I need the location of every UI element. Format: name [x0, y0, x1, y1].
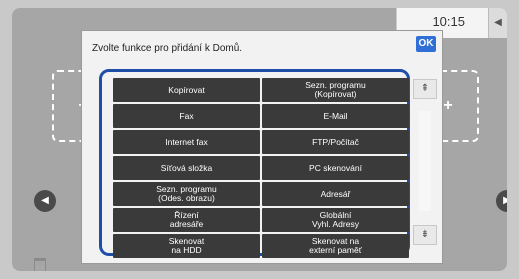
function-button-internet-fax[interactable]: Internet fax	[113, 130, 260, 154]
function-grid: Kopírovat Sezn. programu (Kopírovat) Fax…	[112, 78, 410, 258]
add-function-dialog: Zvolte funkce pro přidání k Domů. OK Kop…	[81, 30, 443, 264]
function-button-global-address-search[interactable]: Globální Vyhl. Adresy	[262, 208, 409, 232]
function-button-scan-to-external-memory[interactable]: Skenovat na externí paměť	[262, 234, 409, 258]
function-button-email[interactable]: E-Mail	[262, 104, 409, 128]
clock: 10:15	[432, 14, 465, 29]
scroll-down-icon[interactable]: ⇟	[413, 225, 437, 245]
function-list: Kopírovat Sezn. programu (Kopírovat) Fax…	[99, 69, 410, 258]
function-button-scan-to-hdd[interactable]: Skenovat na HDD	[113, 234, 260, 258]
next-page-icon[interactable]: ▶	[496, 190, 507, 212]
function-button-ftp[interactable]: FTP/Počítač	[262, 130, 409, 154]
function-button-send-program-list[interactable]: Sezn. programu (Odes. obrazu)	[113, 182, 260, 206]
ok-button[interactable]: OK	[416, 36, 436, 52]
previous-page-icon[interactable]: ◀	[34, 190, 56, 212]
status-tab-arrow-icon[interactable]: ◀	[488, 8, 507, 38]
function-button-network-folder[interactable]: Síťová složka	[113, 156, 260, 180]
plus-icon: +	[443, 97, 453, 114]
device-panel: 10:15 ◀ + + ◀ ▶ Zvolte funkce pro přidán…	[0, 0, 519, 279]
scroll-up-icon[interactable]: ⇞	[413, 79, 437, 99]
trash-icon[interactable]	[34, 258, 46, 271]
scrollbar-track[interactable]	[419, 111, 431, 211]
function-button-address-control[interactable]: Řízení adresáře	[113, 208, 260, 232]
dialog-title: Zvolte funkce pro přidání k Domů.	[92, 43, 243, 54]
function-button-copy[interactable]: Kopírovat	[113, 78, 260, 102]
function-button-copy-program-list[interactable]: Sezn. programu (Kopírovat)	[262, 78, 409, 102]
function-button-fax[interactable]: Fax	[113, 104, 260, 128]
function-button-address-book[interactable]: Adresář	[262, 182, 409, 206]
function-button-pc-scan[interactable]: PC skenování	[262, 156, 409, 180]
